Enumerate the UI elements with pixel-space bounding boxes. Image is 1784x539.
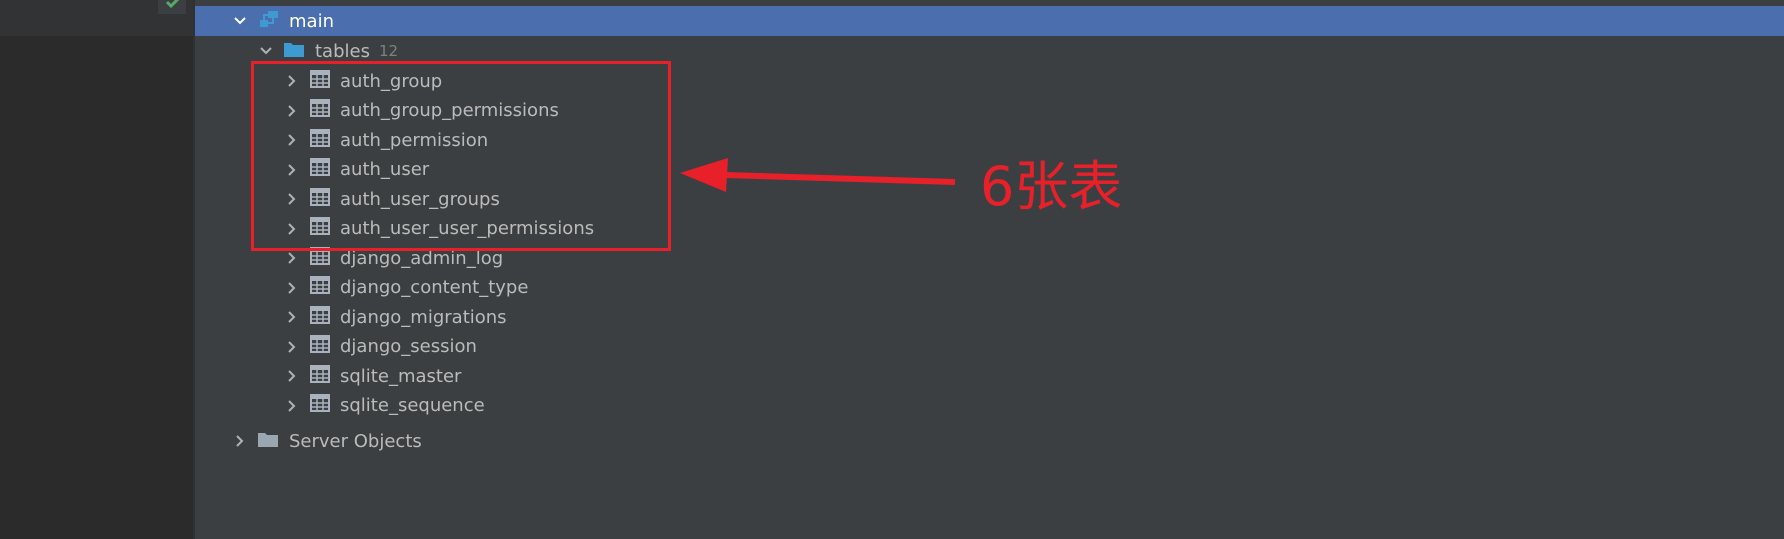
chevron-right-icon[interactable] bbox=[285, 251, 299, 265]
table-name: django_migrations bbox=[340, 306, 507, 328]
chevron-right-icon[interactable] bbox=[285, 369, 299, 383]
annotation-box bbox=[251, 61, 671, 251]
chevron-right-icon[interactable] bbox=[233, 434, 247, 448]
table-row[interactable]: django_session bbox=[195, 332, 1784, 362]
chevron-down-icon[interactable] bbox=[233, 14, 247, 28]
table-icon bbox=[310, 364, 330, 388]
table-name: django_content_type bbox=[340, 277, 529, 298]
chevron-right-icon[interactable] bbox=[285, 399, 299, 413]
folder-icon bbox=[283, 40, 305, 63]
table-row[interactable]: sqlite_sequence bbox=[195, 391, 1784, 421]
chevron-right-icon[interactable] bbox=[285, 310, 299, 324]
table-icon bbox=[310, 335, 330, 358]
check-icon bbox=[158, 0, 186, 14]
table-row[interactable]: django_migrations bbox=[195, 302, 1784, 332]
table-icon bbox=[310, 305, 330, 329]
tree-node-server-objects-label: Server Objects bbox=[289, 430, 422, 452]
tree-node-main[interactable]: main bbox=[195, 6, 1784, 36]
table-name: sqlite_master bbox=[340, 365, 462, 387]
table-icon bbox=[310, 394, 330, 417]
table-name: django_session bbox=[340, 336, 477, 357]
left-gutter bbox=[0, 0, 193, 539]
table-row[interactable]: django_content_type bbox=[195, 273, 1784, 303]
table-row[interactable]: sqlite_master bbox=[195, 361, 1784, 391]
chevron-down-icon[interactable] bbox=[259, 44, 273, 58]
tree-node-server-objects[interactable]: Server Objects bbox=[195, 426, 1784, 456]
annotation-label: 6张表 bbox=[980, 155, 1123, 218]
table-name: sqlite_sequence bbox=[340, 395, 485, 416]
tables-count: 12 bbox=[378, 42, 399, 60]
folder-gray-icon bbox=[257, 430, 279, 453]
chevron-right-icon[interactable] bbox=[285, 340, 299, 354]
tree-node-tables-label: tables bbox=[315, 40, 370, 62]
tree-node-main-label: main bbox=[289, 10, 334, 32]
annotation-arrow bbox=[680, 158, 956, 192]
chevron-right-icon[interactable] bbox=[285, 281, 299, 295]
table-icon bbox=[310, 276, 330, 299]
schema-icon bbox=[259, 10, 279, 33]
